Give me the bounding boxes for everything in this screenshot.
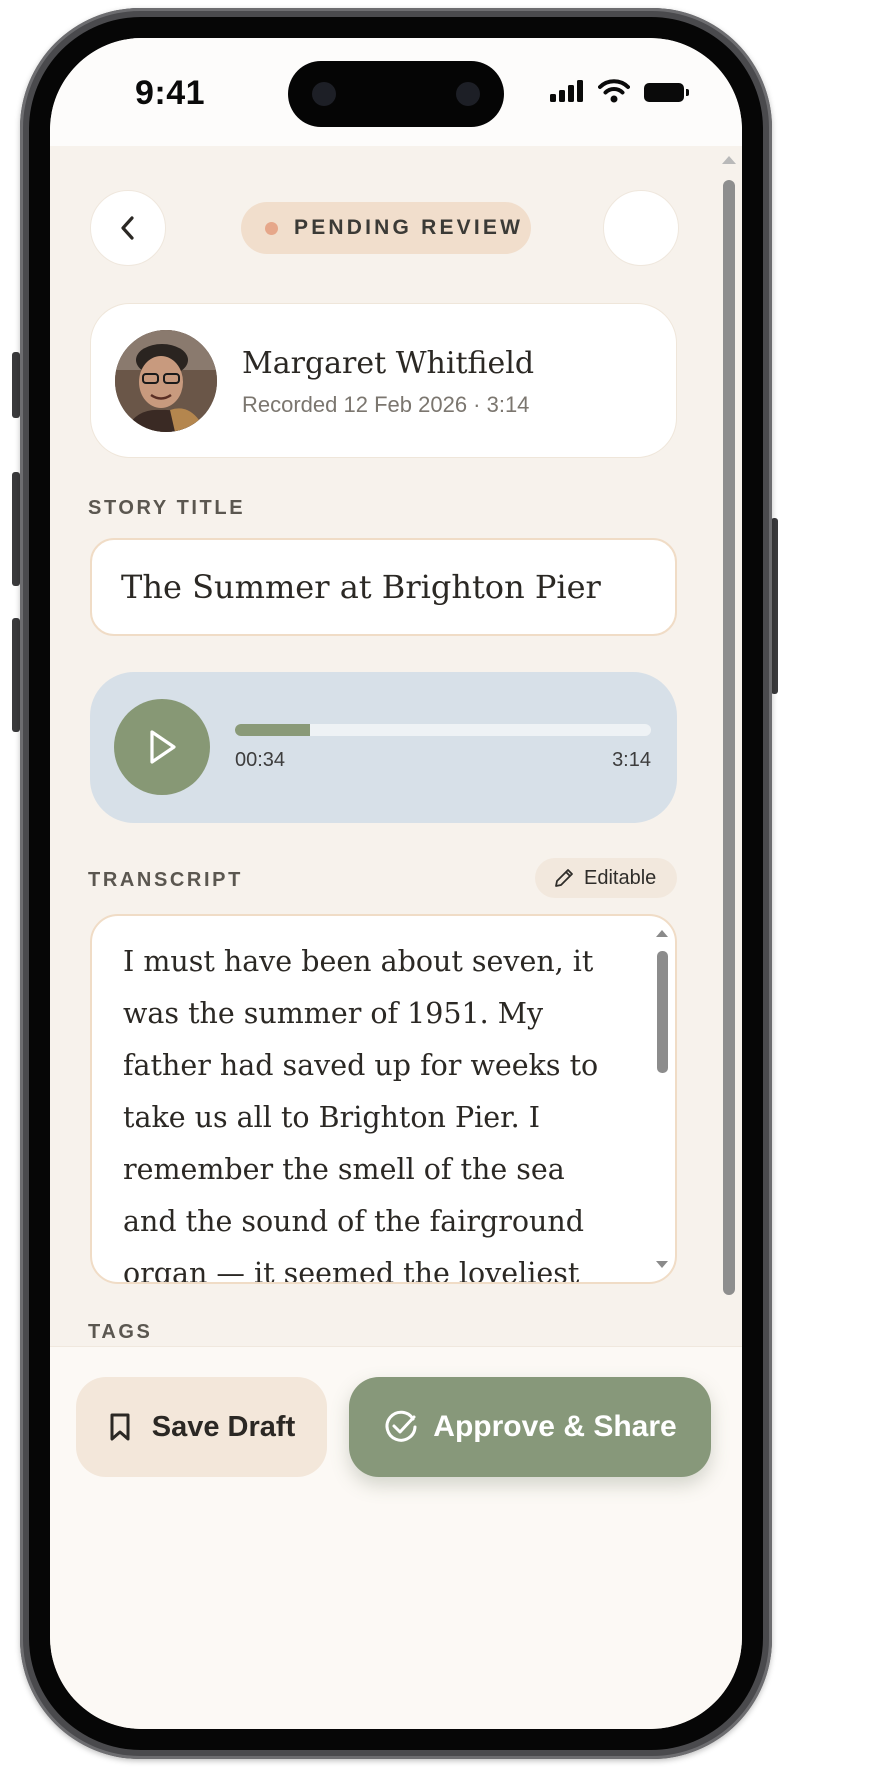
phone-volume-up [12, 472, 20, 586]
camera-lens [456, 82, 480, 106]
transcript-textarea[interactable]: I must have been about seven, it was the… [90, 914, 677, 1284]
narrator-avatar [115, 330, 217, 432]
more-options-button[interactable] [603, 190, 679, 266]
wifi-icon [598, 79, 630, 103]
phone-silent-switch [12, 352, 20, 418]
approve-share-label: Approve & Share [433, 1410, 677, 1443]
editable-chip-label: Editable [584, 866, 657, 889]
status-dot-icon [265, 221, 278, 235]
battery-icon [644, 83, 689, 102]
chevron-left-icon [121, 216, 134, 240]
narrator-card: Margaret Whitfield Recorded 12 Feb 2026 … [90, 303, 677, 458]
bookmark-icon [110, 1413, 130, 1441]
narrator-name: Margaret Whitfield [242, 346, 535, 381]
scroll-up-arrow-icon[interactable] [722, 156, 736, 164]
page-scrollbar[interactable] [723, 180, 735, 1295]
status-icons [550, 79, 690, 104]
transcript-text: I must have been about seven, it was the… [123, 945, 599, 1284]
camera-sensor [312, 82, 336, 106]
editable-chip[interactable]: Editable [535, 858, 677, 898]
tags-label: TAGS [88, 1321, 153, 1343]
app-screen: 9:41 PENDING REVIEW Margaret Whitfield R… [50, 38, 742, 1729]
save-draft-label: Save Draft [151, 1410, 296, 1443]
avatar-portrait-icon [115, 330, 217, 432]
pencil-icon [555, 869, 573, 887]
play-button[interactable] [114, 699, 210, 795]
approve-share-button[interactable]: Approve & Share [349, 1377, 711, 1477]
audio-progress-fill [235, 724, 310, 736]
story-title-label: STORY TITLE [88, 497, 246, 519]
transcript-scroll-up-icon[interactable] [656, 930, 668, 937]
status-badge-label: PENDING REVIEW [294, 216, 524, 239]
audio-player: 00:34 3:14 [90, 672, 677, 823]
play-icon [150, 730, 176, 764]
back-button[interactable] [90, 190, 166, 266]
transcript-scroll-down-icon[interactable] [656, 1261, 668, 1268]
phone-power-button [771, 518, 778, 694]
save-draft-button[interactable]: Save Draft [76, 1377, 327, 1477]
dynamic-island [288, 61, 504, 127]
status-time: 9:41 [135, 74, 206, 112]
recording-meta: Recorded 12 Feb 2026 · 3:14 [242, 392, 530, 417]
status-bar: 9:41 [50, 38, 742, 146]
pending-review-badge: PENDING REVIEW [241, 202, 531, 254]
transcript-scrollbar[interactable] [657, 951, 668, 1073]
story-title-input[interactable]: The Summer at Brighton Pier [90, 538, 677, 636]
transcript-label: TRANSCRIPT [88, 869, 243, 891]
check-circle-icon [385, 1410, 417, 1442]
audio-progress-track[interactable] [235, 724, 651, 736]
audio-current-time: 00:34 [235, 749, 286, 771]
phone-volume-down [12, 618, 20, 732]
audio-total-time: 3:14 [612, 749, 651, 771]
